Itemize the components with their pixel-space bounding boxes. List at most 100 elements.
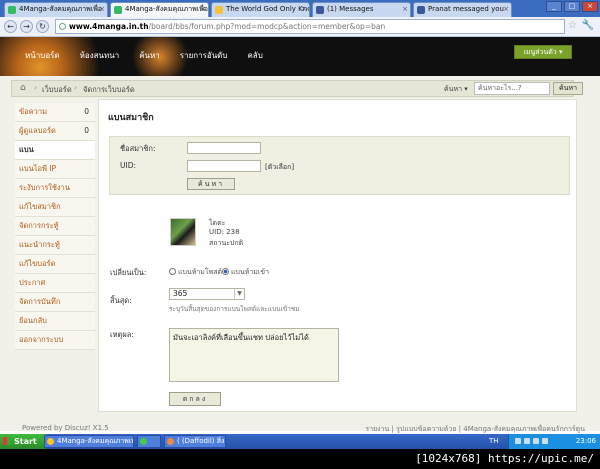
messenger-icon (140, 438, 147, 445)
image-caption: [1024x768] https://upic.me/ (0, 449, 600, 469)
back-icon[interactable]: ← (4, 20, 17, 33)
ban-post-radio[interactable] (169, 268, 176, 275)
ban-member-panel: แบนสมาชิก ชื่อสมาชิก: UID: [ตัวเลือก] ค้… (98, 99, 577, 412)
globe-icon (59, 23, 66, 30)
search-input[interactable]: ค้นหาอะไร...? (474, 82, 550, 95)
expiry-select[interactable]: 365 ▼ (169, 288, 245, 300)
minimize-icon[interactable]: _ (546, 1, 562, 12)
sidebar-item-logs[interactable]: จัดการบันทึก (15, 293, 95, 312)
ban-post-label: แบนห้ามโพสต์ (178, 268, 223, 276)
favicon-icon (8, 6, 16, 14)
system-tray: TH 23:06 (489, 434, 600, 449)
forward-icon[interactable]: → (20, 20, 33, 33)
nav-item-ranking[interactable]: รายการอันดับ (180, 49, 228, 62)
nav-item-home[interactable]: หน้าบอร์ด (25, 49, 60, 62)
favicon-icon (215, 6, 223, 14)
nav-item-chat[interactable]: ห้องสนทนา (80, 49, 120, 62)
sidebar-item-ban-ip[interactable]: แบนไอพี IP (15, 160, 95, 179)
site-header: หน้าบอร์ด ห้องสนทนา ค้นหา รายการอันดับ ค… (0, 37, 600, 76)
close-tab-icon[interactable]: × (200, 3, 206, 16)
sidebar-item-messages[interactable]: ข้อความ 0 (15, 103, 95, 122)
reason-textarea[interactable]: มันจะเอาลิงค์ที่เลือนขึ้นแชท ปล่อยไว้ไม่… (169, 328, 339, 382)
chrome-icon (47, 438, 54, 445)
browser-tab-4[interactable]: (1) Messages × (312, 2, 411, 17)
maximize-icon[interactable]: □ (564, 1, 580, 12)
ban-access-radio[interactable] (222, 268, 229, 275)
bookmark-star-icon[interactable]: ☆ (568, 20, 577, 31)
sidebar-item-moderators[interactable]: ผู้ดูแลบอร์ด 0 (15, 122, 95, 141)
site-footer: Powered by Discuz! X1.5 รายงาน | รูปแบบข… (0, 424, 600, 434)
nav-item-club[interactable]: คลับ (247, 49, 262, 62)
favicon-icon (114, 6, 122, 14)
sidebar-item-edit-member[interactable]: แก้ไขสมาชิก (15, 198, 95, 217)
sidebar-item-logout[interactable]: ออกจากระบบ (15, 331, 95, 350)
search-button[interactable]: ค้นหา (553, 82, 583, 95)
address-bar[interactable]: www.4manga.in.th/board/bbs/forum.php?mod… (55, 19, 565, 34)
ban-access-label: แบนห้ามเข้า (231, 268, 270, 276)
member-search-form: ชื่อสมาชิก: UID: [ตัวเลือก] ค้นหา (109, 136, 570, 195)
wrench-icon[interactable]: 🔧 (582, 20, 594, 31)
browser-toolbar: ← → ↻ www.4manga.in.th/board/bbs/forum.p… (0, 17, 600, 37)
close-tab-icon[interactable]: × (402, 3, 408, 16)
taskbar-item-messenger[interactable] (137, 435, 161, 448)
change-to-label: เปลี่ยนเป็น: (110, 268, 147, 277)
sidebar-item-suspend[interactable]: ระงับการใช้งาน (15, 179, 95, 198)
language-indicator[interactable]: TH (489, 434, 499, 449)
footer-powered-by: Powered by Discuz! X1.5 (22, 424, 109, 432)
tray-icon[interactable] (533, 438, 539, 444)
close-tab-icon[interactable]: × (99, 3, 105, 16)
taskbar-item-media[interactable]: ( (Daffodil) สิ่งเ... (164, 435, 226, 448)
submit-button[interactable]: ตกลง (169, 392, 221, 406)
reason-label: เหตุผล: (110, 330, 134, 339)
site-nav: หน้าบอร์ด ห้องสนทนา ค้นหา รายการอันดับ ค… (25, 49, 263, 62)
breadcrumb: ⌂ › เว็บบอร์ด › จัดการเว็บบอร์ด ค้นหา ▾ … (11, 80, 583, 97)
count-badge: 0 (84, 107, 89, 116)
member-status: สถานะปกติ (209, 239, 244, 247)
taskbar-item-chrome[interactable]: 4Manga-สังคมคุณภาพเพ... (44, 435, 134, 448)
tray-icon[interactable] (542, 438, 548, 444)
uid-hint: [ตัวเลือก] (265, 163, 295, 171)
browser-tab-3[interactable]: The World God Only Know × (211, 2, 310, 17)
close-window-icon[interactable]: × (582, 1, 598, 12)
windows-taskbar: Start 4Manga-สังคมคุณภาพเพ... ( (Daffodi… (0, 434, 600, 449)
expiry-label: สิ้นสุด: (110, 296, 132, 305)
avatar (170, 218, 196, 246)
nav-item-search[interactable]: ค้นหา (139, 49, 160, 62)
breadcrumb-separator: › (74, 83, 78, 92)
search-member-button[interactable]: ค้นหา (187, 178, 235, 190)
browser-tab-1[interactable]: 4Manga-สังคมคุณภาพเพื่อ × (4, 2, 108, 17)
clock: 23:06 (575, 437, 596, 445)
reload-icon[interactable]: ↻ (36, 20, 49, 33)
sidebar-item-announcements[interactable]: ประกาศ (15, 274, 95, 293)
start-button[interactable]: Start (0, 434, 50, 449)
breadcrumb-item-forum[interactable]: เว็บบอร์ด (42, 84, 72, 96)
sidebar-item-ban[interactable]: แบน (15, 141, 95, 160)
chevron-down-icon: ▼ (234, 289, 244, 299)
tray-icon[interactable] (515, 438, 521, 444)
close-tab-icon[interactable]: × (503, 3, 509, 16)
sidebar-item-recommend-threads[interactable]: แนะนำกระทู้ (15, 236, 95, 255)
search-scope-label[interactable]: ค้นหา ▾ (444, 84, 468, 95)
tray-icon[interactable] (524, 438, 530, 444)
breadcrumb-separator: › (34, 83, 38, 92)
media-player-icon (167, 438, 174, 445)
expiry-hint: ระบุวันสิ้นสุดของการแบนโพสต์และแบนเข้าชม (169, 305, 300, 313)
tray-icons (515, 438, 548, 444)
username-label: ชื่อสมาชิก: (120, 144, 156, 153)
username-field[interactable] (187, 142, 261, 154)
uid-label: UID: (120, 161, 137, 170)
breadcrumb-item-manage[interactable]: จัดการเว็บบอร์ด (83, 84, 135, 96)
home-icon[interactable]: ⌂ (20, 83, 26, 93)
sidebar-item-back[interactable]: ย้อนกลับ (15, 312, 95, 331)
sidebar-item-edit-forum[interactable]: แก้ไขบอร์ด (15, 255, 95, 274)
browser-tab-2[interactable]: 4Manga-สังคมคุณภาพเพื่อ × (110, 2, 209, 17)
quick-menu-button[interactable]: เมนูส่วนตัว ▾ (514, 45, 572, 59)
count-badge: 0 (84, 126, 89, 135)
window-controls: _ □ × (546, 1, 598, 12)
modcp-sidebar: ข้อความ 0 ผู้ดูแลบอร์ด 0 แบน แบนไอพี IP ระ… (15, 103, 95, 350)
close-tab-icon[interactable]: × (301, 3, 307, 16)
browser-tab-5[interactable]: Pranat messaged you × (413, 2, 512, 17)
sidebar-item-manage-threads[interactable]: จัดการกระทู้ (15, 217, 95, 236)
windows-logo-icon (3, 437, 11, 445)
uid-field[interactable] (187, 160, 261, 172)
